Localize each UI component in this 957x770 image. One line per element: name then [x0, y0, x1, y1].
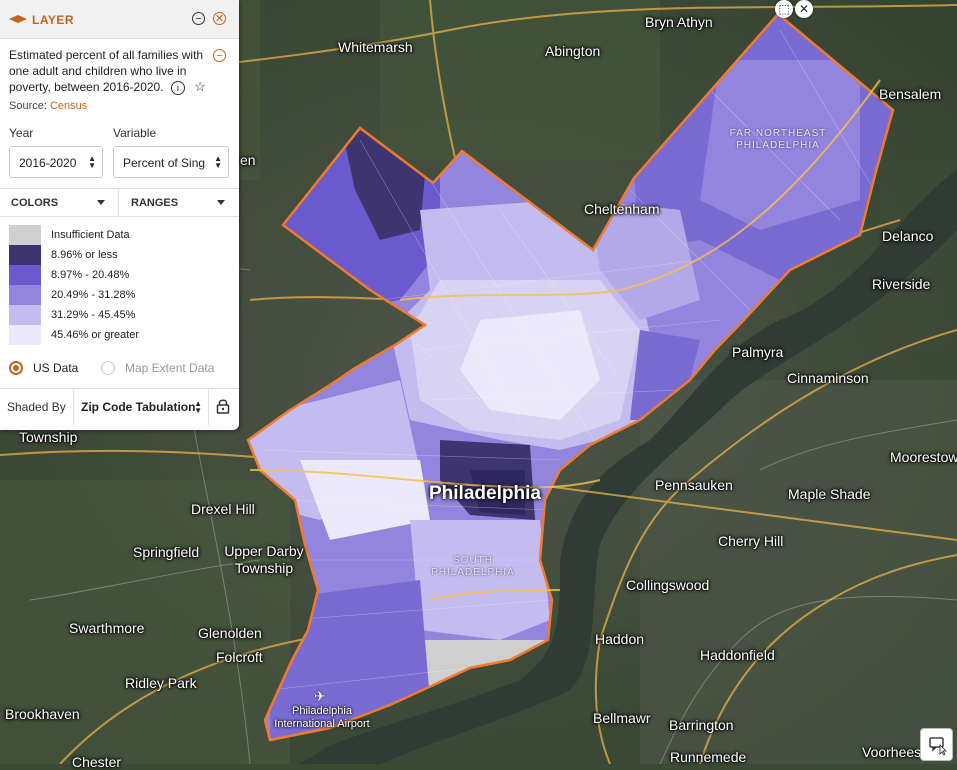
- place-label: Folcroft: [216, 649, 263, 665]
- place-label: Whitemarsh: [338, 39, 413, 55]
- updown-icon: ▲ ▼: [194, 399, 202, 415]
- source-line: Source: Census: [9, 100, 87, 112]
- us-data-radio[interactable]: [9, 361, 23, 375]
- variable-label: Variable: [113, 126, 157, 140]
- remove-icon[interactable]: −: [213, 49, 226, 62]
- legend-item: 45.46% or greater: [9, 325, 229, 345]
- district-label: SOUTH PHILADELPHIA: [431, 555, 515, 578]
- tab-colors-label: COLORS: [11, 197, 59, 209]
- district-label: FAR NORTHEAST PHILADELPHIA: [729, 128, 827, 151]
- place-label: Collingswood: [626, 577, 710, 593]
- variable-value: Percent of Sing: [123, 156, 206, 170]
- panel-title: LAYER: [32, 13, 75, 27]
- shaded-by-select[interactable]: Zip Code Tabulation ▲ ▼: [73, 389, 209, 425]
- shaded-by-label: Shaded By: [7, 400, 66, 414]
- legend-swatch: [9, 225, 41, 245]
- info-icon[interactable]: i: [170, 81, 185, 95]
- star-icon[interactable]: ☆: [194, 79, 206, 94]
- legend-item: 31.29% - 45.45%: [9, 305, 229, 325]
- legend-item: 20.49% - 31.28%: [9, 285, 229, 305]
- caret-down-icon: [97, 200, 105, 205]
- place-label: en: [240, 152, 256, 168]
- shaded-by-value: Zip Code Tabulation: [81, 400, 196, 414]
- map-extent-label: Map Extent Data: [125, 361, 215, 375]
- place-label: Maple Shade: [788, 486, 871, 502]
- collapse-icon[interactable]: −: [192, 12, 205, 25]
- feedback-button[interactable]: [920, 728, 953, 761]
- place-label: Chester: [72, 754, 122, 770]
- airplane-icon: ✈: [314, 688, 326, 704]
- legend-label: Insufficient Data: [51, 229, 130, 241]
- close-icon[interactable]: ✕: [213, 12, 226, 25]
- place-label: Upper Darby Township: [224, 543, 304, 576]
- source-label: Source:: [9, 100, 47, 112]
- caret-down-icon: [217, 200, 225, 205]
- legend-swatch: [9, 305, 41, 325]
- us-data-label: US Data: [33, 361, 79, 375]
- tab-ranges-label: RANGES: [131, 197, 179, 209]
- place-label: Cinnaminson: [787, 370, 869, 386]
- place-label: Bryn Athyn: [645, 14, 713, 30]
- close-icon[interactable]: ✕: [795, 0, 813, 18]
- legend-swatch: [9, 285, 41, 305]
- place-label: Ridley Park: [125, 675, 197, 691]
- shaded-by-row: Shaded By Zip Code Tabulation ▲ ▼: [0, 388, 239, 426]
- year-value: 2016-2020: [19, 156, 77, 170]
- year-select[interactable]: 2016-2020 ▲ ▼: [9, 146, 103, 178]
- legend-label: 8.97% - 20.48%: [51, 269, 130, 281]
- legend-swatch: [9, 265, 41, 285]
- place-label: Drexel Hill: [191, 501, 255, 517]
- legend-swatch: [9, 325, 41, 345]
- layer-panel: LAYER − ✕ Estimated percent of all famil…: [0, 0, 239, 430]
- legend-label: 8.96% or less: [51, 249, 118, 261]
- city-label: Philadelphia: [429, 483, 541, 504]
- tab-ranges[interactable]: RANGES: [120, 189, 239, 216]
- legend-label: 31.29% - 45.45%: [51, 309, 136, 321]
- source-link[interactable]: Census: [50, 100, 87, 112]
- layer-description: Estimated percent of all families with o…: [9, 47, 219, 95]
- place-label: Moorestown: [890, 449, 957, 465]
- place-label: Abington: [545, 43, 601, 59]
- place-label: Glenolden: [198, 625, 262, 641]
- place-label: Haddon: [595, 631, 645, 647]
- place-label: Haddonfield: [700, 647, 775, 663]
- legend-item: 8.97% - 20.48%: [9, 265, 229, 285]
- chat-bubble-icon: [929, 737, 947, 756]
- airport-label: Philadelphia International Airport: [274, 705, 370, 730]
- lock-icon[interactable]: [216, 398, 230, 414]
- place-label: Runnemede: [670, 749, 747, 765]
- place-label: Bellmawr: [593, 710, 651, 726]
- place-label: Riverside: [872, 276, 931, 292]
- layers-icon: [9, 15, 27, 23]
- place-label: Cheltenham: [584, 201, 660, 217]
- place-label: Barrington: [669, 717, 734, 733]
- place-label: Pennsauken: [655, 477, 733, 493]
- updown-icon: ▲ ▼: [214, 154, 222, 170]
- legend-swatch: [9, 245, 41, 265]
- tab-colors[interactable]: COLORS: [0, 189, 119, 216]
- legend-item: 8.96% or less: [9, 245, 229, 265]
- select-box-icon[interactable]: ⬚: [775, 0, 793, 18]
- place-label: Brookhaven: [5, 706, 80, 722]
- place-label: Delanco: [882, 228, 934, 244]
- place-label: Bensalem: [879, 86, 942, 102]
- place-label: Swarthmore: [69, 620, 145, 636]
- variable-select[interactable]: Percent of Sing ▲ ▼: [113, 146, 229, 178]
- place-label: Cherry Hill: [718, 533, 784, 549]
- year-label: Year: [9, 126, 34, 140]
- place-label: Springfield: [133, 544, 200, 560]
- place-label: Palmyra: [732, 344, 784, 360]
- place-label: Voorhees: [862, 744, 922, 760]
- panel-header: LAYER − ✕: [0, 0, 239, 39]
- panel-tabs: COLORS RANGES: [0, 188, 239, 217]
- legend-label: 45.46% or greater: [51, 329, 140, 341]
- updown-icon: ▲ ▼: [88, 154, 96, 170]
- map-extent-radio[interactable]: [101, 361, 115, 375]
- legend-label: 20.49% - 31.28%: [51, 289, 136, 301]
- place-label: Township: [19, 429, 78, 445]
- legend-item: Insufficient Data: [9, 225, 229, 245]
